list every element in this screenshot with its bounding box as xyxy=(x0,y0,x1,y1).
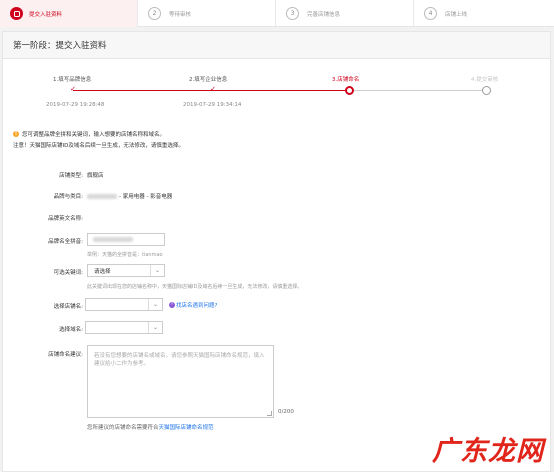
notice: ! 您可调整品牌全拼和关键词，输入想要的店铺名称和域名。 注意！天猫国际店铺ID… xyxy=(13,130,533,149)
progress-step-label: 2.填写企业信息 xyxy=(189,77,228,83)
brand-pinyin-label: 品牌名全拼音: xyxy=(48,239,83,245)
notice-line-1: 您可调整品牌全拼和关键词，输入想要的店铺名称和域名。 xyxy=(22,132,166,138)
top-steps-bar: 提交入驻资料 2 等待审核 3 完善店铺信息 4 店铺上线 xyxy=(0,0,554,27)
watermark-text: 广东龙网 xyxy=(432,436,544,467)
progress-tracker: 1.填写品牌信息 ✓ 2019-07-29 19:28:48 2.填写企业信息 … xyxy=(3,70,552,120)
naming-rule-note: 您所建议的店铺命名需要符合天猫国际店铺命名规范 xyxy=(87,425,214,431)
step-number: 2 xyxy=(148,7,161,20)
page-title: 第一阶段：提交入驻资料 xyxy=(13,41,107,51)
notice-line-2: 注意！天猫国际店铺ID及域名后续一旦生成，无法修改，请慎重选择。 xyxy=(13,143,184,149)
top-step-label: 等待审核 xyxy=(169,11,192,18)
question-icon: ? xyxy=(169,302,175,308)
main-panel: 第一阶段：提交入驻资料 1.填写品牌信息 ✓ 2019-07-29 19:28:… xyxy=(2,31,551,472)
progress-step-time: 2019-07-29 19:34:14 xyxy=(183,102,242,108)
brand-pinyin-input[interactable] xyxy=(87,233,165,246)
progress-line-todo xyxy=(350,90,486,91)
check-icon: ✓ xyxy=(210,85,216,93)
progress-step-time: 2019-07-29 19:28:48 xyxy=(46,102,105,108)
chevron-down-icon: ⌄ xyxy=(150,265,164,276)
shop-type-value: 旗舰店 xyxy=(87,173,104,179)
step-number: 3 xyxy=(286,7,299,20)
brand-en-label: 品牌英文名称: xyxy=(48,216,83,222)
brand-category-value: - 家用电器 - 影音电器 xyxy=(87,192,172,200)
suggest-textarea[interactable]: 若没有您想要的店铺名或域名，请您参照天猫国际店铺命名规范，填入建议给小二作为参考… xyxy=(87,345,274,418)
warning-icon: ! xyxy=(13,130,19,137)
step-number: 4 xyxy=(424,7,437,20)
chevron-down-icon: ⌄ xyxy=(148,322,162,333)
top-step-label: 完善店铺信息 xyxy=(307,11,341,18)
top-step-2: 2 等待审核 xyxy=(138,0,276,27)
shop-name-help-link[interactable]: ? 找店名遇到问题? xyxy=(169,301,217,309)
char-counter: 0/200 xyxy=(278,409,294,415)
watermark-logo: 广东龙网 xyxy=(432,429,544,468)
shop-name-select[interactable]: ⌄ xyxy=(85,298,163,311)
progress-step-label: 4.提交审核 xyxy=(471,77,499,83)
top-step-label: 店铺上线 xyxy=(445,11,468,18)
suggest-label: 店铺命名建议: xyxy=(48,352,83,358)
shop-logo-icon xyxy=(10,7,23,20)
brand-pinyin-hint: 举例：天猫的全拼音是：tianmao xyxy=(87,252,163,258)
top-step-4: 4 店铺上线 xyxy=(414,0,552,27)
domain-select[interactable]: ⌄ xyxy=(85,321,163,334)
brand-category-label: 品牌与类目: xyxy=(53,194,83,200)
keyword-hint: 此关键词出现在您的店铺名称中，天猫国际店铺ID及域名后续一旦生成，无法修改，请慎… xyxy=(87,284,303,290)
keyword-select[interactable]: 请选择 ⌄ xyxy=(87,264,165,277)
current-step-dot xyxy=(345,86,354,95)
naming-rule-link[interactable]: 天猫国际店铺命名规范 xyxy=(159,425,214,431)
progress-step-label: 3.店铺命名 xyxy=(332,77,360,83)
domain-label: 选择域名: xyxy=(59,327,83,333)
top-step-3: 3 完善店铺信息 xyxy=(276,0,414,27)
keyword-label: 可选关键词: xyxy=(53,270,83,276)
chevron-down-icon: ⌄ xyxy=(148,299,162,310)
check-icon: ✓ xyxy=(70,85,76,93)
resize-handle[interactable] xyxy=(267,411,272,416)
shop-name-label: 选择店铺名: xyxy=(53,304,83,310)
progress-step-label: 1.填写品牌信息 xyxy=(53,77,92,83)
suggest-placeholder: 若没有您想要的店铺名或域名，请您参照天猫国际店铺命名规范，填入建议给小二作为参考… xyxy=(94,353,265,367)
panel-header: 第一阶段：提交入驻资料 xyxy=(3,32,550,59)
keyword-select-value: 请选择 xyxy=(94,268,111,275)
top-step-1: 提交入驻资料 xyxy=(0,0,138,27)
top-step-label: 提交入驻资料 xyxy=(29,11,63,18)
todo-step-dot xyxy=(482,86,491,95)
redacted-brand xyxy=(87,194,117,199)
shop-type-label: 店铺类型: xyxy=(59,173,83,179)
